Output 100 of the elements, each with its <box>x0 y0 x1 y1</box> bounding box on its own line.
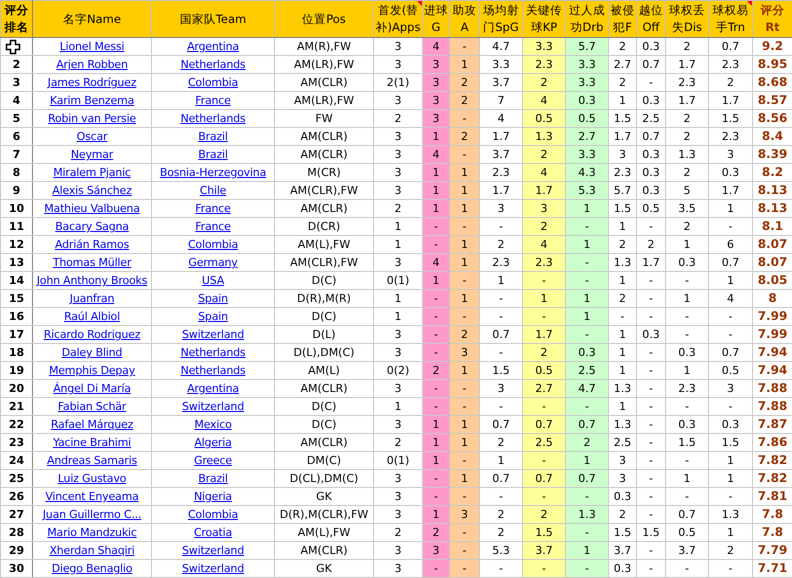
table-cell: 0.3 <box>636 146 666 164</box>
table-cell: - <box>636 308 666 326</box>
table-cell: 1 <box>608 272 636 290</box>
rank-cell: 24 <box>0 452 32 470</box>
team-link[interactable]: Brazil <box>198 472 228 485</box>
table-cell: D(R),M(R) <box>274 290 374 308</box>
team-link[interactable]: Chile <box>200 184 226 197</box>
table-cell: 0.3 <box>636 326 666 344</box>
table-cell: 2 <box>666 38 708 56</box>
table-cell: - <box>422 560 450 578</box>
table-cell: - <box>522 452 566 470</box>
table-cell: - <box>636 380 666 398</box>
table-cell: - <box>422 380 450 398</box>
table-cell: 1 <box>450 56 480 74</box>
table-cell: 1.7 <box>522 182 566 200</box>
rank-cell: 11 <box>0 218 32 236</box>
table-cell: 6 <box>708 236 752 254</box>
table-cell: DM(C) <box>274 452 374 470</box>
team-link[interactable]: Brazil <box>198 130 228 143</box>
table-cell: - <box>666 488 708 506</box>
table-cell: 2.5 <box>566 362 608 380</box>
table-cell: 0.7 <box>566 416 608 434</box>
table-cell: 0.3 <box>566 344 608 362</box>
table-cell: GK <box>274 560 374 578</box>
table-cell: 1 <box>608 326 636 344</box>
table-cell: AM(CLR) <box>274 74 374 92</box>
table-cell: 1.7 <box>708 92 752 110</box>
table-cell: 0.7 <box>708 38 752 56</box>
table-cell: 2 <box>708 542 752 560</box>
table-cell: 1.7 <box>608 128 636 146</box>
table-cell: - <box>566 488 608 506</box>
column-header: 越位 Off <box>636 0 666 38</box>
table-cell: 3.5 <box>666 200 708 218</box>
table-cell: 2 <box>666 110 708 128</box>
table-cell: 2 <box>522 146 566 164</box>
table-cell: AM(CLR),FW <box>274 182 374 200</box>
table-cell: 1 <box>450 236 480 254</box>
table-cell: 3 <box>608 470 636 488</box>
table-cell: - <box>422 326 450 344</box>
rank-cell: 6 <box>0 128 32 146</box>
table-cell: 1 <box>608 92 636 110</box>
table-cell: - <box>636 434 666 452</box>
player-link[interactable]: Oscar <box>76 130 108 143</box>
table-cell: 0.7 <box>708 254 752 272</box>
team-link[interactable]: USA <box>202 274 224 287</box>
table-cell: 2 <box>450 74 480 92</box>
table-cell: - <box>636 560 666 578</box>
table-cell: 1 <box>666 290 708 308</box>
table-cell: AM(CLR) <box>274 128 374 146</box>
table-cell: 1 <box>608 218 636 236</box>
table-cell: 2 <box>608 290 636 308</box>
table-cell: - <box>522 488 566 506</box>
rank-cell: 3 <box>0 74 32 92</box>
table-cell: 1 <box>450 182 480 200</box>
table-cell: 1.7 <box>666 56 708 74</box>
table-cell: D(L),DM(C) <box>274 344 374 362</box>
table-cell: 2 <box>522 74 566 92</box>
table-cell: 1 <box>422 272 450 290</box>
table-cell: 2.3 <box>608 164 636 182</box>
table-cell: - <box>566 272 608 290</box>
column-header: 国家队Team <box>152 0 274 38</box>
rank-cell: 21 <box>0 398 32 416</box>
rank-cell: 5 <box>0 110 32 128</box>
rank-cell: 10 <box>0 200 32 218</box>
team-link[interactable]: Spain <box>198 310 228 323</box>
table-cell: - <box>450 272 480 290</box>
table-cell: 1 <box>450 434 480 452</box>
table-cell: 1.3 <box>522 128 566 146</box>
rank-cell: 15 <box>0 290 32 308</box>
table-cell: 2.3 <box>708 56 752 74</box>
table-cell: 2 <box>422 524 450 542</box>
table-cell: 1.7 <box>636 254 666 272</box>
table-cell: 0.7 <box>636 56 666 74</box>
table-cell: - <box>636 218 666 236</box>
table-cell: AM(CLR),FW <box>274 254 374 272</box>
table-cell: 2 <box>522 218 566 236</box>
table-cell: - <box>566 560 608 578</box>
table-cell: 2.7 <box>522 380 566 398</box>
table-cell: 3 <box>608 146 636 164</box>
table-cell: - <box>450 488 480 506</box>
table-cell: 2.3 <box>522 56 566 74</box>
table-cell: 1.3 <box>708 506 752 524</box>
table-cell: 2.7 <box>566 128 608 146</box>
table-cell: - <box>636 74 666 92</box>
table-cell: 4.7 <box>566 380 608 398</box>
table-cell: - <box>450 398 480 416</box>
table-cell: - <box>522 398 566 416</box>
table-cell: 0.7 <box>522 470 566 488</box>
team-link[interactable]: Spain <box>198 292 228 305</box>
team-link[interactable]: Brazil <box>198 148 228 161</box>
table-cell: D(L) <box>274 326 374 344</box>
table-cell: - <box>450 308 480 326</box>
table-cell: AM(L),FW <box>274 524 374 542</box>
column-header: 被侵 犯F <box>608 0 636 38</box>
table-cell: D(CR) <box>274 218 374 236</box>
table-cell: 1 <box>708 452 752 470</box>
table-cell: 1.5 <box>666 434 708 452</box>
table-cell: 1 <box>422 182 450 200</box>
column-header: 名字Name <box>32 0 152 38</box>
table-cell: - <box>566 326 608 344</box>
